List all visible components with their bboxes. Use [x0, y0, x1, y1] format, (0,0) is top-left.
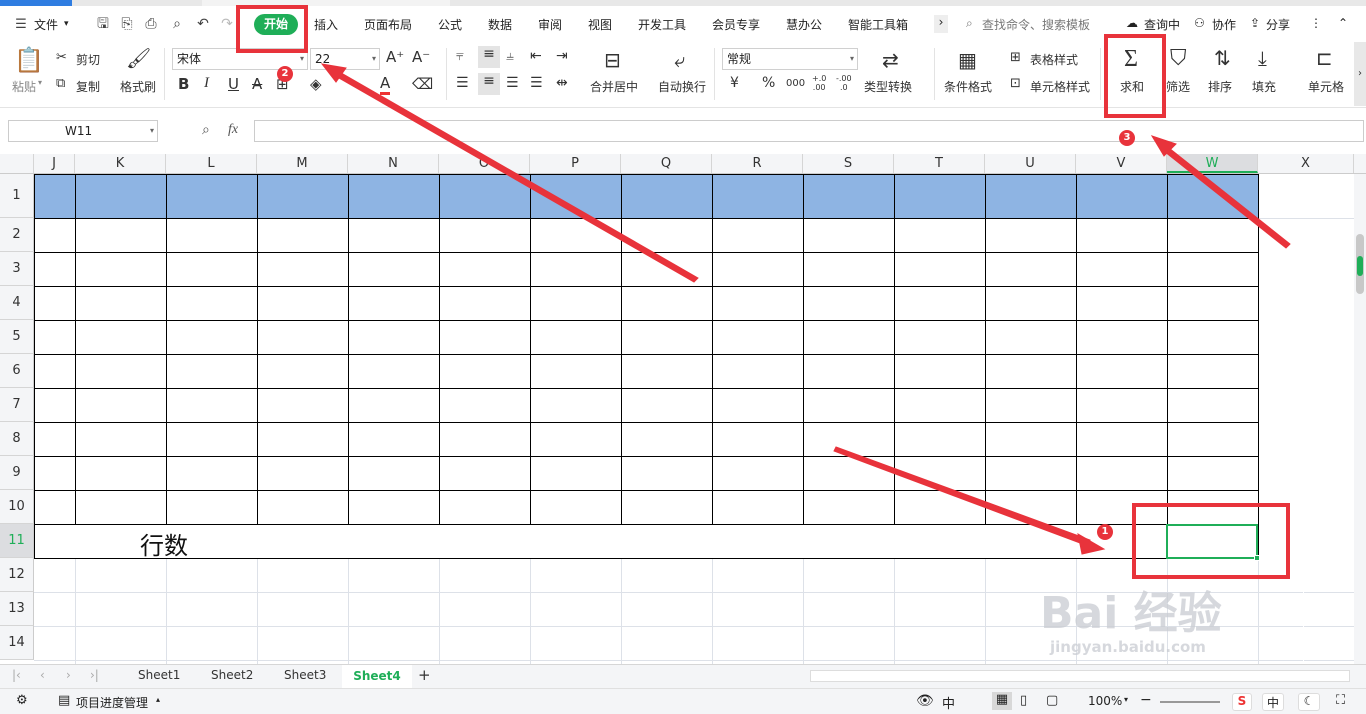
annotation-arrow-2: [331, 69, 699, 283]
watermark-url: jingyan.baidu.com: [1050, 638, 1206, 656]
project-progress-button[interactable]: 项目进度管理: [76, 694, 148, 711]
sheet-tab-bar: |‹ ‹ › ›| Sheet1 Sheet2 Sheet3 Sheet4 +: [0, 664, 1366, 688]
zoom-out-icon[interactable]: −: [1140, 692, 1152, 708]
page-layout-view-icon[interactable]: ▯: [1020, 693, 1027, 708]
ime-chinese-icon[interactable]: 中: [1262, 693, 1284, 711]
annotation-arrow-1: [833, 446, 1091, 547]
annotation-box-sum: [1104, 34, 1166, 118]
normal-view-icon[interactable]: ▦: [992, 692, 1012, 710]
annotation-badge-2: 2: [277, 66, 293, 82]
zoom-chevron-icon: ▾: [1124, 695, 1129, 704]
horizontal-scrollbar[interactable]: [810, 670, 1350, 682]
sheet-tab-2[interactable]: Sheet2: [211, 668, 253, 682]
annotation-box-home-tab: [236, 5, 308, 53]
next-sheet-icon[interactable]: ›: [66, 668, 71, 682]
fullscreen-icon[interactable]: ⛶: [1336, 693, 1345, 708]
sogou-ime-icon[interactable]: S: [1232, 693, 1252, 711]
last-sheet-icon[interactable]: ›|: [90, 668, 99, 682]
annotation-badge-3: 3: [1119, 130, 1135, 146]
annotation-arrow-3: [1159, 143, 1291, 249]
eye-protection-icon[interactable]: 👁: [916, 693, 934, 709]
zoom-level[interactable]: 100%: [1088, 694, 1122, 708]
annotation-box-selected-cell: [1132, 503, 1290, 579]
moon-icon[interactable]: ☾: [1298, 693, 1320, 711]
status-bar: ⚙ ▤ 项目进度管理 ▴ 👁 中 ▦ ▯ ▢ 100% ▾ − S 中 ☾ ⛶: [0, 688, 1366, 714]
annotation-badge-1: 1: [1097, 524, 1113, 540]
sheet-tab-1[interactable]: Sheet1: [138, 668, 180, 682]
add-sheet-icon[interactable]: +: [418, 666, 431, 684]
macro-icon[interactable]: ⚙: [16, 693, 28, 708]
project-chevron-icon: ▴: [156, 695, 161, 704]
watermark-logo-text: Bai 经验: [1040, 588, 1222, 639]
zoom-slider[interactable]: [1160, 701, 1220, 703]
watermark: Bai 经验 jingyan.baidu.com: [1040, 590, 1340, 660]
sheet-tab-4[interactable]: Sheet4: [342, 665, 412, 688]
sheet-tab-3[interactable]: Sheet3: [284, 668, 326, 682]
input-method-status[interactable]: 中: [942, 693, 955, 712]
prev-sheet-icon[interactable]: ‹: [40, 668, 45, 682]
project-icon: ▤: [58, 693, 71, 708]
page-break-view-icon[interactable]: ▢: [1046, 693, 1058, 708]
first-sheet-icon[interactable]: |‹: [12, 668, 21, 682]
